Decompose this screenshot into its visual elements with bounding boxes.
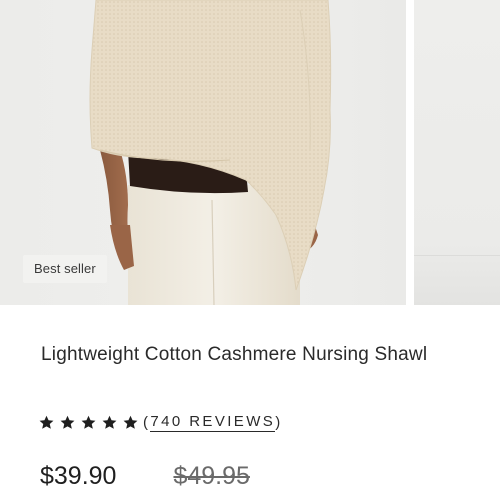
reviews-count: 740 REVIEWS [150,412,276,432]
star-icon [122,414,139,431]
product-image-carousel[interactable]: Best seller [0,0,500,305]
floor-line [414,255,500,256]
star-icon [38,414,55,431]
best-seller-badge: Best seller [23,255,107,283]
product-image-main[interactable]: Best seller [0,0,406,305]
star-icon [59,414,76,431]
product-rating: (740 REVIEWS) [38,410,283,434]
price-row: $39.90 $49.95 [40,462,250,491]
compare-at-price: $49.95 [173,462,250,490]
star-icon [80,414,97,431]
product-title: Lightweight Cotton Cashmere Nursing Shaw… [41,344,428,365]
rating-stars [38,414,139,431]
product-image-next-peek[interactable] [414,0,500,305]
reviews-open-paren: ( [143,413,151,431]
reviews-link[interactable]: (740 REVIEWS) [143,413,283,432]
star-icon [101,414,118,431]
sale-price: $39.90 [40,462,117,490]
reviews-close-paren: ) [275,413,283,431]
